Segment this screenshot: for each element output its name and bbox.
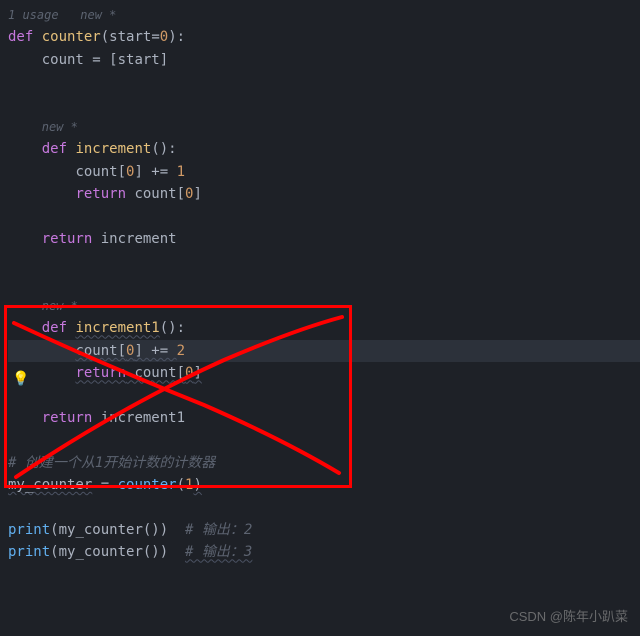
code-line[interactable]: print(my_counter()) # 输出：3 xyxy=(8,541,640,563)
watermark-text: CSDN @陈年小趴菜 xyxy=(509,607,628,628)
inlay-hint: 1 usage new * xyxy=(8,4,640,26)
inlay-hint: new * xyxy=(8,116,640,138)
blank-line[interactable] xyxy=(8,206,640,228)
inlay-hint: new * xyxy=(8,295,640,317)
blank-line[interactable] xyxy=(8,429,640,451)
code-line[interactable]: return count[0] xyxy=(8,183,640,205)
blank-line[interactable] xyxy=(8,250,640,272)
code-line[interactable]: count[0] += 1 xyxy=(8,161,640,183)
code-editor[interactable]: 1 usage new * def counter(start=0): coun… xyxy=(0,0,640,568)
lightbulb-icon[interactable]: 💡 xyxy=(12,368,29,390)
code-line-active[interactable]: count[0] += 2 xyxy=(8,340,640,362)
code-line[interactable]: count = [start] xyxy=(8,49,640,71)
code-line[interactable]: return increment1 xyxy=(8,407,640,429)
blank-line[interactable] xyxy=(8,385,640,407)
code-line[interactable]: return count[0] xyxy=(8,362,640,384)
code-line[interactable]: my_counter = counter(1) xyxy=(8,474,640,496)
code-line[interactable]: print(my_counter()) # 输出：2 xyxy=(8,519,640,541)
code-line[interactable]: def increment(): xyxy=(8,138,640,160)
code-line[interactable]: # 创建一个从1开始计数的计数器 xyxy=(8,452,640,474)
code-line[interactable]: def increment1(): xyxy=(8,317,640,339)
blank-line[interactable] xyxy=(8,497,640,519)
code-line[interactable]: return increment xyxy=(8,228,640,250)
code-line[interactable]: def counter(start=0): xyxy=(8,26,640,48)
blank-line[interactable] xyxy=(8,94,640,116)
blank-line[interactable] xyxy=(8,71,640,93)
blank-line[interactable] xyxy=(8,273,640,295)
